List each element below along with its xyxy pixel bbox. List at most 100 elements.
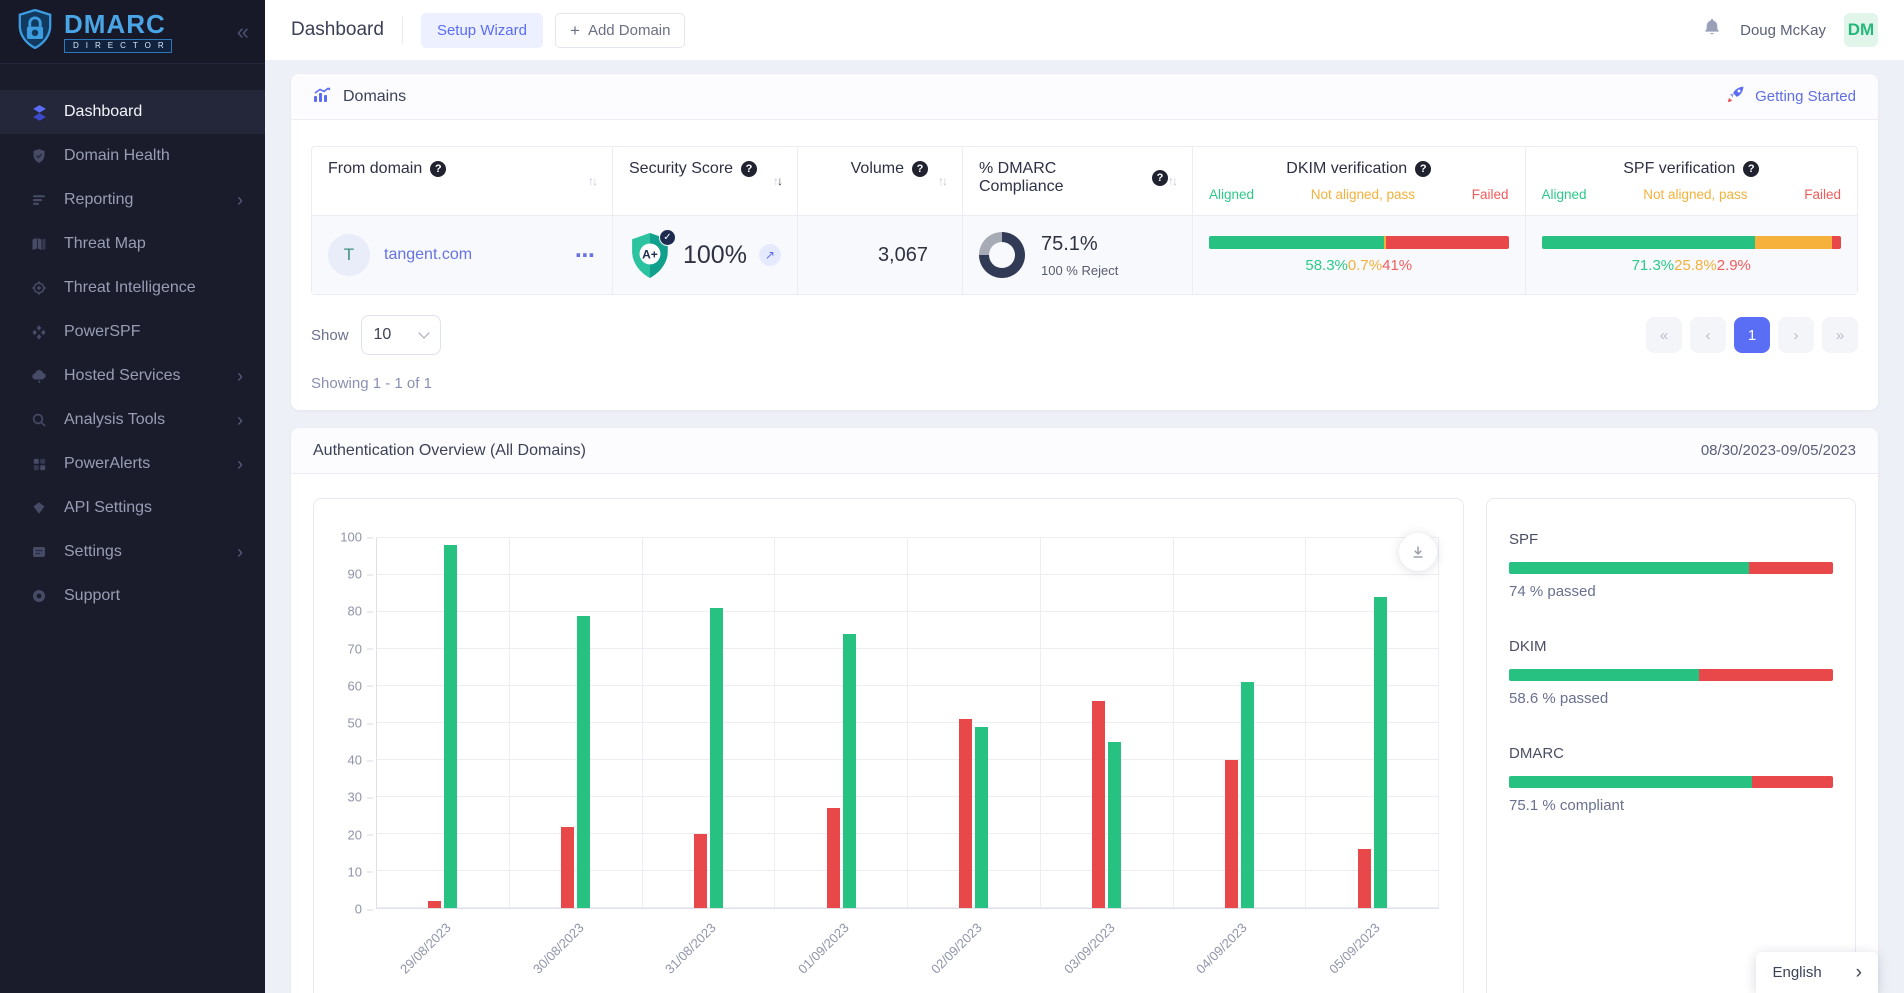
column-header-dkim-verification: DKIM verification ? Aligned Not aligned,… <box>1192 147 1525 215</box>
domain-link[interactable]: tangent.com <box>384 246 472 264</box>
y-axis-label: 10 <box>348 864 362 879</box>
diamond-cluster-icon <box>30 324 48 340</box>
chart-bar-passed[interactable] <box>1108 742 1121 909</box>
sort-icons[interactable]: ↑↓ <box>773 174 781 188</box>
help-icon[interactable]: ? <box>1152 170 1168 186</box>
sidebar: DMARC DIRECTOR « Dashboard Domain Health <box>0 0 265 993</box>
chart-bar-passed[interactable] <box>710 608 723 908</box>
cloud-icon <box>30 368 48 384</box>
help-icon[interactable]: ? <box>912 161 928 177</box>
chart-bar-passed[interactable] <box>577 616 590 908</box>
compliance-donut <box>979 232 1025 278</box>
sidebar-item-dashboard[interactable]: Dashboard <box>0 90 265 134</box>
sidebar-item-api-settings[interactable]: API Settings <box>0 486 265 530</box>
security-grade-shield-icon: A+ ✓ <box>629 232 671 279</box>
pagination-page-button[interactable]: 1 <box>1734 317 1770 353</box>
stat-bar <box>1509 776 1833 788</box>
sidebar-item-poweralerts[interactable]: PowerAlerts › <box>0 442 265 486</box>
chart-bar-failed[interactable] <box>827 808 840 908</box>
sort-icons[interactable]: ↑↓ <box>938 174 946 188</box>
verified-check-icon: ✓ <box>659 229 676 246</box>
chart-bar-failed[interactable] <box>1225 760 1238 908</box>
main-area: Dashboard Setup Wizard + Add Domain Doug… <box>265 0 1904 993</box>
from-domain-cell: T tangent.com ⋯ <box>312 216 612 294</box>
language-switcher[interactable]: English › <box>1756 952 1878 993</box>
setup-wizard-button[interactable]: Setup Wizard <box>421 13 543 48</box>
chart-bar-passed[interactable] <box>1374 597 1387 908</box>
external-link-icon[interactable]: ↗ <box>759 244 781 266</box>
sort-icons[interactable]: ↑↓ <box>1168 174 1176 188</box>
chart-column: 05/09/2023 <box>1305 538 1439 908</box>
stat-label: SPF <box>1509 531 1833 548</box>
column-header-security-score[interactable]: Security Score ? ↑↓ <box>612 147 797 215</box>
column-header-volume[interactable]: Volume ? ↑↓ <box>797 147 962 215</box>
brand-text: DMARC DIRECTOR <box>64 11 172 53</box>
sidebar-item-analysis-tools[interactable]: Analysis Tools › <box>0 398 265 442</box>
help-icon[interactable]: ? <box>1743 161 1759 177</box>
app-screen: DMARC DIRECTOR « Dashboard Domain Health <box>0 0 1904 993</box>
column-header-from-domain[interactable]: From domain ? ↑↓ <box>312 147 612 215</box>
spf-passed-segment <box>1509 562 1749 574</box>
sub-label-not-aligned-pass: Not aligned, pass <box>1311 187 1415 202</box>
sort-icons[interactable]: ↑↓ <box>588 174 596 188</box>
pagination-first-button[interactable]: « <box>1646 317 1682 353</box>
stat-value: 58.6 % passed <box>1509 690 1833 707</box>
sidebar-item-hosted-services[interactable]: Hosted Services › <box>0 354 265 398</box>
chart-bar-failed[interactable] <box>1358 849 1371 908</box>
x-axis-label: 05/09/2023 <box>1326 920 1383 977</box>
svg-text:A+: A+ <box>642 247 658 261</box>
aligned-segment <box>1542 236 1756 249</box>
chart-download-button[interactable] <box>1399 533 1437 571</box>
page-title: Dashboard <box>291 19 384 41</box>
sidebar-item-domain-health[interactable]: Domain Health <box>0 134 265 178</box>
user-name[interactable]: Doug McKay <box>1740 22 1826 39</box>
sidebar-nav: Dashboard Domain Health Reporting › Thr <box>0 64 265 618</box>
sidebar-item-reporting[interactable]: Reporting › <box>0 178 265 222</box>
dkim-passed-segment <box>1509 669 1699 681</box>
help-icon[interactable]: ? <box>1415 161 1431 177</box>
sub-label-failed: Failed <box>1472 187 1509 202</box>
sidebar-item-label: API Settings <box>64 499 152 517</box>
chart-bar-failed[interactable] <box>561 827 574 908</box>
column-label: DKIM verification <box>1286 160 1407 178</box>
sidebar-item-label: Settings <box>64 543 122 561</box>
sidebar-item-support[interactable]: Support <box>0 574 265 618</box>
diamond-icon <box>30 500 48 516</box>
chart-bar-failed[interactable] <box>694 834 707 908</box>
help-icon[interactable]: ? <box>430 161 446 177</box>
compliance-percent: 75.1% <box>1041 233 1118 256</box>
x-axis-label: 31/08/2023 <box>662 920 719 977</box>
rocket-icon <box>1726 85 1745 108</box>
sidebar-item-threat-map[interactable]: Threat Map <box>0 222 265 266</box>
getting-started-link[interactable]: Getting Started <box>1726 85 1856 108</box>
notifications-bell-icon[interactable] <box>1702 18 1722 43</box>
sidebar-collapse-icon[interactable]: « <box>237 19 249 45</box>
chart-bar-failed[interactable] <box>428 901 441 908</box>
user-avatar[interactable]: DM <box>1844 13 1878 47</box>
chart-column: 31/08/2023 <box>642 538 775 908</box>
chart-bar-passed[interactable] <box>843 634 856 908</box>
y-axis-label: 0 <box>355 902 362 917</box>
chart-bar-failed[interactable] <box>1092 701 1105 908</box>
pagination-last-button[interactable]: » <box>1822 317 1858 353</box>
sidebar-item-threat-intelligence[interactable]: Threat Intelligence <box>0 266 265 310</box>
chart-bar-passed[interactable] <box>975 727 988 908</box>
y-axis-label: 40 <box>348 753 362 768</box>
sidebar-item-label: Threat Map <box>64 235 146 253</box>
stat-value: 75.1 % compliant <box>1509 797 1833 814</box>
sidebar-item-powerspf[interactable]: PowerSPF <box>0 310 265 354</box>
row-actions-menu-icon[interactable]: ⋯ <box>575 243 596 268</box>
table-header-row: From domain ? ↑↓ Security Score ? <box>312 147 1857 215</box>
pagination-next-button[interactable]: › <box>1778 317 1814 353</box>
chart-bar-passed[interactable] <box>1241 682 1254 908</box>
sidebar-item-settings[interactable]: Settings › <box>0 530 265 574</box>
pagination-prev-button[interactable]: ‹ <box>1690 317 1726 353</box>
sub-label-aligned: Aligned <box>1542 187 1587 202</box>
chart-bar-passed[interactable] <box>444 545 457 908</box>
chart-bar-failed[interactable] <box>959 719 972 908</box>
add-domain-button[interactable]: + Add Domain <box>555 13 685 48</box>
column-header-dmarc-compliance[interactable]: % DMARC Compliance ? ↑↓ <box>962 147 1192 215</box>
help-icon[interactable]: ? <box>741 161 757 177</box>
column-label: SPF verification <box>1623 160 1735 178</box>
page-size-select[interactable]: 10 <box>361 315 441 355</box>
